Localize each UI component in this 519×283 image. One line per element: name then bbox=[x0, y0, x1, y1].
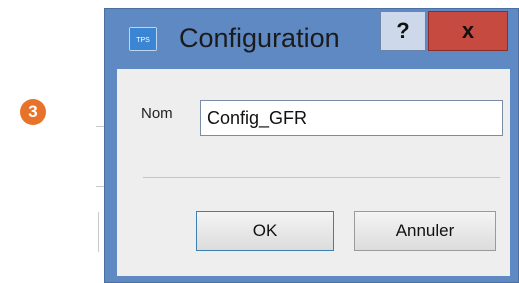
dialog-title: Configuration bbox=[179, 23, 340, 53]
name-label: Nom bbox=[141, 105, 173, 122]
configuration-dialog: TPS Configuration ? x Nom OK Annuler bbox=[104, 8, 519, 283]
background-line bbox=[98, 212, 99, 252]
name-input[interactable] bbox=[200, 100, 503, 136]
cancel-button[interactable]: Annuler bbox=[354, 211, 496, 251]
help-button[interactable]: ? bbox=[380, 11, 426, 51]
app-icon-text: TPS bbox=[136, 37, 150, 44]
app-icon: TPS bbox=[129, 27, 157, 51]
background-line bbox=[96, 186, 104, 187]
separator bbox=[143, 177, 500, 178]
step-number-badge: 3 bbox=[20, 99, 46, 125]
background-line bbox=[96, 126, 104, 127]
dialog-body: Nom OK Annuler bbox=[117, 69, 510, 276]
title-bar[interactable]: TPS Configuration ? x bbox=[105, 9, 518, 69]
ok-button[interactable]: OK bbox=[196, 211, 334, 251]
close-button[interactable]: x bbox=[428, 11, 508, 51]
